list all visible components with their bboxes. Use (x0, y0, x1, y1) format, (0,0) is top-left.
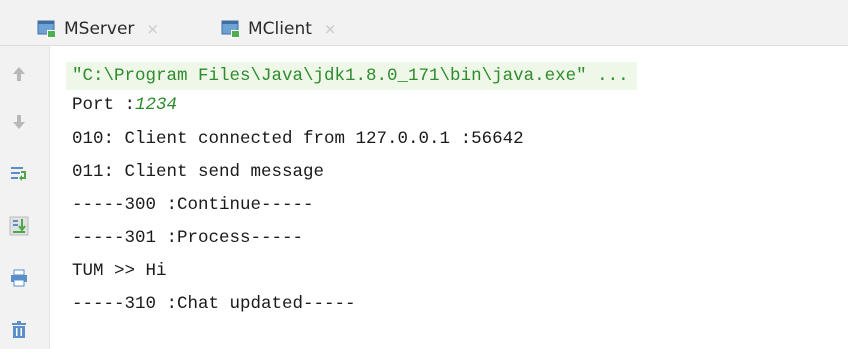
command-line: "C:\Program Files\Java\jdk1.8.0_171\bin\… (66, 62, 637, 90)
tab-mclient-close-icon[interactable]: × (324, 20, 337, 38)
arrow-down-icon[interactable] (9, 112, 29, 132)
console-line: -----310 :Chat updated----- (72, 294, 356, 314)
print-icon[interactable] (9, 268, 29, 288)
arrow-up-icon[interactable] (9, 64, 29, 84)
console-line: 011: Client send message (72, 162, 325, 182)
tab-mserver[interactable]: MServer × (36, 15, 159, 43)
port-value: 1234 (135, 95, 178, 115)
console-toolbar (0, 46, 50, 349)
tab-mserver-label: MServer (64, 19, 135, 39)
tab-mserver-close-icon[interactable]: × (146, 20, 159, 38)
console-line: TUM >> Hi (72, 261, 167, 281)
run-config-icon (37, 20, 56, 38)
trash-icon[interactable] (9, 320, 29, 340)
run-config-icon (221, 20, 240, 38)
scroll-to-end-icon[interactable] (9, 216, 29, 236)
console-line: 010: Client connected from 127.0.0.1 :56… (72, 129, 524, 149)
tab-mclient-label: MClient (248, 19, 312, 39)
tab-mclient[interactable]: MClient × (220, 15, 336, 43)
console-line: -----300 :Continue----- (72, 195, 314, 215)
console-output[interactable]: "C:\Program Files\Java\jdk1.8.0_171\bin\… (50, 46, 848, 349)
port-line: Port :1234 (72, 91, 177, 119)
soft-wrap-icon[interactable] (9, 164, 29, 184)
run-tab-bar: MServer × MClient × (0, 0, 848, 46)
port-label: Port : (72, 95, 136, 115)
console-line: -----301 :Process----- (72, 228, 304, 248)
